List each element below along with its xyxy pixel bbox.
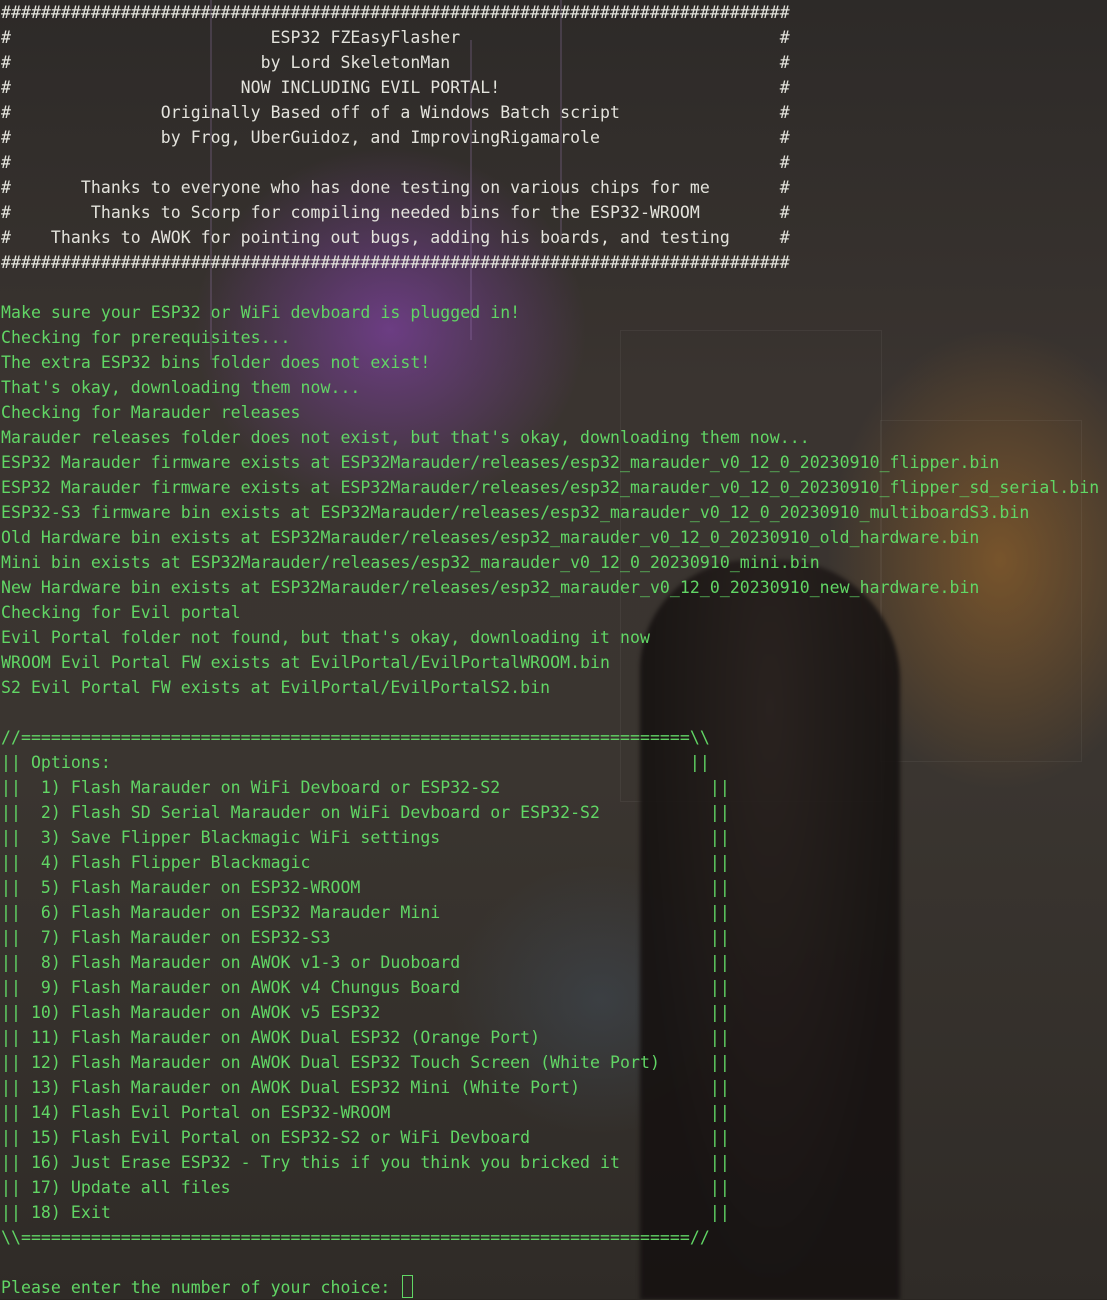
menu-option: || 5) Flash Marauder on ESP32-WROOM || xyxy=(1,878,730,897)
menu-option: || 1) Flash Marauder on WiFi Devboard or… xyxy=(1,778,730,797)
banner-line: # ESP32 FZEasyFlasher # xyxy=(1,28,790,47)
log-line: S2 Evil Portal FW exists at EvilPortal/E… xyxy=(1,678,551,697)
banner-line: # Thanks to everyone who has done testin… xyxy=(1,178,790,197)
banner-line: # by Lord SkeletonMan # xyxy=(1,53,790,72)
options-menu: //======================================… xyxy=(1,725,1107,1250)
menu-option: || 12) Flash Marauder on AWOK Dual ESP32… xyxy=(1,1053,730,1072)
log-line: Old Hardware bin exists at ESP32Marauder… xyxy=(1,528,980,547)
log-line: Make sure your ESP32 or WiFi devboard is… xyxy=(1,303,521,322)
log-line: Marauder releases folder does not exist,… xyxy=(1,428,810,447)
log-line: Checking for prerequisites... xyxy=(1,328,291,347)
menu-option: || 17) Update all files || xyxy=(1,1178,730,1197)
prompt-label: Please enter the number of your choice: xyxy=(1,1278,401,1297)
log-line: The extra ESP32 bins folder does not exi… xyxy=(1,353,431,372)
banner-line: ########################################… xyxy=(1,253,790,272)
menu-option: || 4) Flash Flipper Blackmagic || xyxy=(1,853,730,872)
log-line: New Hardware bin exists at ESP32Marauder… xyxy=(1,578,980,597)
menu-option: || 16) Just Erase ESP32 - Try this if yo… xyxy=(1,1153,730,1172)
log-line: Evil Portal folder not found, but that's… xyxy=(1,628,650,647)
log-line: Mini bin exists at ESP32Marauder/release… xyxy=(1,553,820,572)
text-cursor[interactable] xyxy=(402,1275,414,1298)
log-line: ESP32-S3 firmware bin exists at ESP32Mar… xyxy=(1,503,1030,522)
log-output: Make sure your ESP32 or WiFi devboard is… xyxy=(1,300,1107,700)
banner-line: ########################################… xyxy=(1,3,790,22)
log-line: Checking for Evil portal xyxy=(1,603,241,622)
banner-line: # Thanks to AWOK for pointing out bugs, … xyxy=(1,228,790,247)
menu-option: || 6) Flash Marauder on ESP32 Marauder M… xyxy=(1,903,730,922)
menu-option: || 11) Flash Marauder on AWOK Dual ESP32… xyxy=(1,1028,730,1047)
log-line: WROOM Evil Portal FW exists at EvilPorta… xyxy=(1,653,611,672)
menu-bottom-border: \\======================================… xyxy=(1,1228,710,1247)
menu-option: || 15) Flash Evil Portal on ESP32-S2 or … xyxy=(1,1128,730,1147)
banner-line: # Thanks to Scorp for compiling needed b… xyxy=(1,203,790,222)
banner-line: # NOW INCLUDING EVIL PORTAL! # xyxy=(1,78,790,97)
banner-line: # Originally Based off of a Windows Batc… xyxy=(1,103,790,122)
menu-title: || Options: || xyxy=(1,753,710,772)
menu-option: || 8) Flash Marauder on AWOK v1-3 or Duo… xyxy=(1,953,730,972)
menu-option: || 2) Flash SD Serial Marauder on WiFi D… xyxy=(1,803,730,822)
log-line: ESP32 Marauder firmware exists at ESP32M… xyxy=(1,478,1100,497)
banner-line: # # xyxy=(1,153,790,172)
choice-prompt[interactable]: Please enter the number of your choice: xyxy=(1,1275,1107,1300)
log-line: Checking for Marauder releases xyxy=(1,403,301,422)
banner-line: # by Frog, UberGuidoz, and ImprovingRiga… xyxy=(1,128,790,147)
menu-top-border: //======================================… xyxy=(1,728,710,747)
menu-option: || 9) Flash Marauder on AWOK v4 Chungus … xyxy=(1,978,730,997)
terminal-window[interactable]: ########################################… xyxy=(1,0,1107,1300)
menu-option: || 10) Flash Marauder on AWOK v5 ESP32 |… xyxy=(1,1003,730,1022)
menu-option: || 18) Exit || xyxy=(1,1203,730,1222)
menu-option: || 3) Save Flipper Blackmagic WiFi setti… xyxy=(1,828,730,847)
log-line: ESP32 Marauder firmware exists at ESP32M… xyxy=(1,453,1000,472)
menu-option: || 13) Flash Marauder on AWOK Dual ESP32… xyxy=(1,1078,730,1097)
banner: ########################################… xyxy=(1,0,1107,275)
menu-option: || 7) Flash Marauder on ESP32-S3 || xyxy=(1,928,730,947)
log-line: That's okay, downloading them now... xyxy=(1,378,361,397)
menu-option: || 14) Flash Evil Portal on ESP32-WROOM … xyxy=(1,1103,730,1122)
